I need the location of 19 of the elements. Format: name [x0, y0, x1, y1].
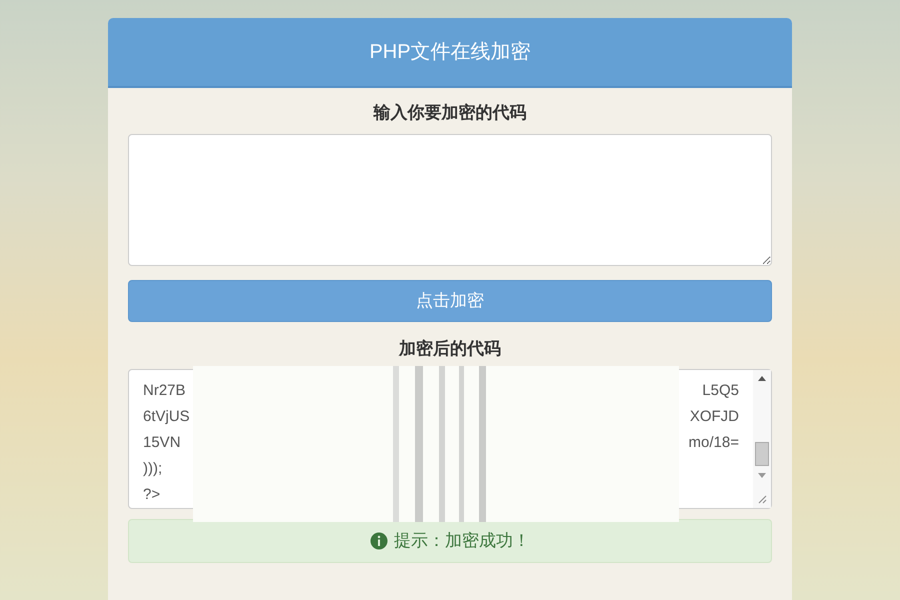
- info-icon: [370, 532, 388, 550]
- code-input-field[interactable]: [128, 134, 772, 266]
- code-line: 15VN: [143, 433, 181, 453]
- scroll-down-icon[interactable]: [757, 472, 767, 480]
- input-label: 输入你要加密的代码: [372, 102, 528, 124]
- output-label: 加密后的代码: [398, 338, 502, 360]
- panel-title: PHP文件在线加密: [369, 40, 531, 65]
- code-line: L5Q5: [702, 381, 739, 401]
- alert-text: 提示：加密成功！: [394, 530, 530, 552]
- code-line: )));: [143, 459, 162, 479]
- code-line: XOFJD: [690, 407, 739, 427]
- code-line: mo/18=: [688, 433, 739, 453]
- scrollbar[interactable]: [753, 370, 771, 508]
- code-line: 6tVjUS: [143, 407, 190, 427]
- code-line: Nr27B: [143, 381, 186, 401]
- code-line: ?>: [143, 485, 160, 505]
- scroll-up-icon[interactable]: [757, 374, 767, 382]
- scroll-thumb[interactable]: [755, 442, 769, 466]
- resize-grip-icon[interactable]: [757, 494, 767, 504]
